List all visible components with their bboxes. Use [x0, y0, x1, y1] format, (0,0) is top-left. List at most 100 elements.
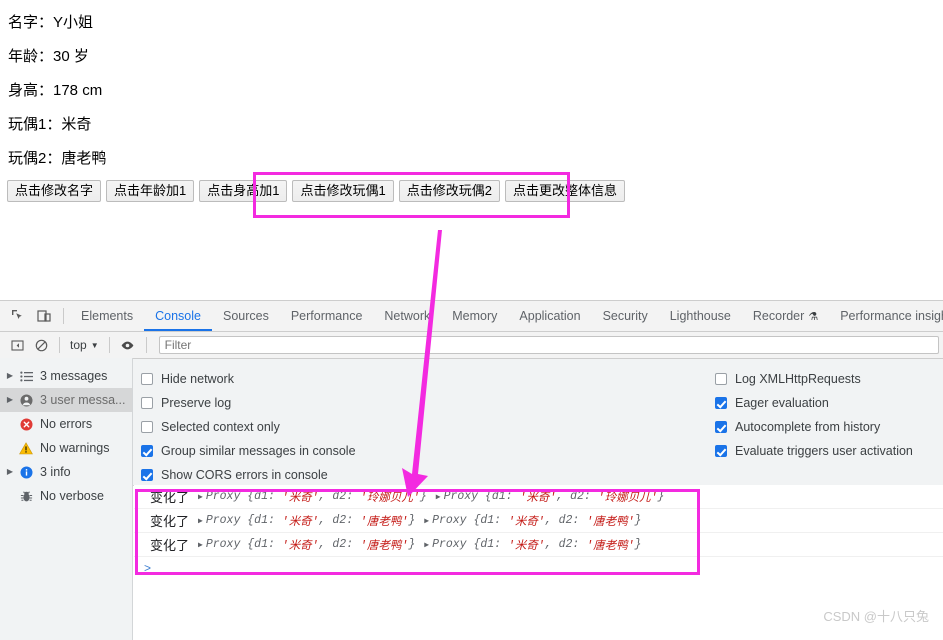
setting-selected-context-only[interactable]: Selected context only — [141, 415, 356, 439]
sidebar-toggle-icon[interactable] — [5, 333, 29, 357]
proxy-d2-value-2: '玲娜贝儿' — [597, 491, 658, 505]
console-toolbar: top ▼ — [0, 332, 943, 359]
expand-triangle-icon-2[interactable]: ▶ — [436, 492, 441, 502]
proxy-type: Proxy — [205, 514, 241, 527]
tab-security[interactable]: Security — [592, 302, 659, 331]
setting-selected-context-only-label: Selected context only — [161, 420, 280, 434]
sidebar-item-messages-label: 3 messages — [40, 369, 108, 383]
setting-autocomplete-history[interactable]: Autocomplete from history — [715, 415, 913, 439]
setting-group-similar-label: Group similar messages in console — [161, 444, 356, 458]
proxy-d1-value: '米奇' — [281, 539, 319, 553]
increment-height-button[interactable]: 点击身高加1 — [199, 180, 288, 202]
tab-application[interactable]: Application — [508, 302, 591, 331]
checkbox-autocomplete-history[interactable] — [715, 421, 727, 433]
setting-group-similar[interactable]: Group similar messages in console — [141, 439, 356, 463]
inspect-element-icon[interactable] — [5, 303, 31, 329]
chevron-placeholder-3: ▶ — [4, 484, 16, 508]
log-proxy-object[interactable]: ▶ Proxy {d1: '米奇', d2: '唐老鸭'} — [198, 513, 415, 529]
checkbox-hide-network[interactable] — [141, 373, 153, 385]
log-proxy-object-2[interactable]: ▶ Proxy {d1: '米奇', d2: '唐老鸭'} — [424, 537, 641, 553]
tab-network[interactable]: Network — [373, 302, 441, 331]
info-line-doll1: 玩偶1：米奇 — [8, 116, 92, 133]
chevron-right-icon-3[interactable]: ▶ — [4, 460, 16, 484]
console-log-row[interactable]: 变化了 ▶ Proxy {d1: '米奇', d2: '玲娜贝儿'} ▶ Proxy… — [134, 485, 943, 509]
tab-sources[interactable]: Sources — [212, 302, 280, 331]
execution-context-select[interactable]: top ▼ — [66, 338, 103, 352]
checkbox-log-xhr[interactable] — [715, 373, 727, 385]
checkbox-evaluate-user-activation[interactable] — [715, 445, 727, 457]
filter-input[interactable] — [158, 336, 939, 354]
setting-eager-evaluation-label: Eager evaluation — [735, 396, 829, 410]
checkbox-preserve-log[interactable] — [141, 397, 153, 409]
setting-evaluate-user-activation[interactable]: Evaluate triggers user activation — [715, 439, 913, 463]
error-icon — [16, 418, 36, 431]
console-log-row[interactable]: 变化了 ▶ Proxy {d1: '米奇', d2: '唐老鸭'} ▶ Proxy … — [134, 509, 943, 533]
clear-console-icon[interactable] — [29, 333, 53, 357]
sidebar-item-verbose[interactable]: ▶ No verbose — [0, 484, 132, 508]
console-message-sidebar: ▶ 3 messages ▶ 3 user messa... ▶ No erro… — [0, 358, 133, 640]
proxy-type-2: Proxy — [432, 514, 467, 527]
tab-console[interactable]: Console — [144, 302, 212, 331]
expand-triangle-icon[interactable]: ▶ — [198, 492, 203, 502]
tab-performance-insights[interactable]: Performance insights — [829, 302, 943, 331]
proxy-type: Proxy — [205, 538, 241, 551]
info-line-age: 年龄：30 岁 — [8, 48, 89, 65]
console-output-list[interactable]: 变化了 ▶ Proxy {d1: '米奇', d2: '玲娜贝儿'} ▶ Proxy… — [134, 485, 943, 640]
checkbox-eager-evaluation[interactable] — [715, 397, 727, 409]
setting-hide-network[interactable]: Hide network — [141, 367, 356, 391]
expand-triangle-icon-2[interactable]: ▶ — [424, 540, 429, 550]
execution-context-value: top — [70, 338, 87, 352]
proxy-d1-value-2: '米奇' — [508, 515, 545, 529]
console-prompt[interactable]: > — [134, 557, 943, 579]
checkbox-selected-context-only[interactable] — [141, 421, 153, 433]
toolbar-divider-4 — [145, 337, 147, 353]
log-proxy-object-2[interactable]: ▶ Proxy {d1: '米奇', d2: '玲娜贝儿'} — [436, 489, 665, 505]
setting-log-xhr[interactable]: Log XMLHttpRequests — [715, 367, 913, 391]
change-name-button[interactable]: 点击修改名字 — [7, 180, 102, 202]
chevron-placeholder-2: ▶ — [4, 436, 16, 460]
sidebar-item-user-messages[interactable]: ▶ 3 user messa... — [0, 388, 132, 412]
change-all-info-button[interactable]: 点击更改整体信息 — [504, 180, 625, 202]
setting-evaluate-user-activation-label: Evaluate triggers user activation — [735, 444, 913, 458]
proxy-type-2: Proxy — [443, 490, 479, 503]
expand-triangle-icon-2[interactable]: ▶ — [424, 516, 429, 526]
toolbar-divider-2 — [59, 337, 60, 353]
chevron-right-icon[interactable]: ▶ — [4, 364, 16, 388]
device-toolbar-icon[interactable] — [31, 303, 57, 329]
setting-eager-evaluation[interactable]: Eager evaluation — [715, 391, 913, 415]
chevron-right-icon-2[interactable]: ▶ — [4, 388, 16, 412]
proxy-d1-value-2: '米奇' — [519, 491, 557, 505]
sidebar-item-info[interactable]: ▶ 3 info — [0, 460, 132, 484]
increment-age-button[interactable]: 点击年龄加1 — [106, 180, 195, 202]
expand-triangle-icon[interactable]: ▶ — [198, 540, 203, 550]
tab-performance[interactable]: Performance — [280, 302, 374, 331]
log-proxy-object-2[interactable]: ▶ Proxy {d1: '米奇', d2: '唐老鸭'} — [424, 513, 641, 529]
change-doll2-button[interactable]: 点击修改玩偶2 — [398, 180, 500, 202]
tab-lighthouse[interactable]: Lighthouse — [659, 302, 742, 331]
tab-elements[interactable]: Elements — [70, 302, 144, 331]
sidebar-item-messages[interactable]: ▶ 3 messages — [0, 364, 132, 388]
tab-memory[interactable]: Memory — [441, 302, 508, 331]
change-doll1-button[interactable]: 点击修改玩偶1 — [292, 180, 394, 202]
log-proxy-object[interactable]: ▶ Proxy {d1: '米奇', d2: '玲娜贝儿'} — [198, 489, 427, 505]
log-proxy-object[interactable]: ▶ Proxy {d1: '米奇', d2: '唐老鸭'} — [198, 537, 415, 553]
setting-preserve-log-label: Preserve log — [161, 396, 232, 410]
chevron-down-icon: ▼ — [90, 340, 99, 350]
setting-show-cors[interactable]: Show CORS errors in console — [141, 463, 356, 487]
console-settings-left-column: Hide network Preserve log Selected conte… — [141, 367, 356, 487]
live-expression-icon[interactable] — [116, 333, 140, 357]
toolbar-divider — [63, 308, 64, 324]
checkbox-show-cors[interactable] — [141, 469, 153, 481]
console-log-row[interactable]: 变化了 ▶ Proxy {d1: '米奇', d2: '唐老鸭'} ▶ Proxy … — [134, 533, 943, 557]
sidebar-item-user-messages-label: 3 user messa... — [40, 393, 126, 407]
sidebar-item-errors[interactable]: ▶ No errors — [0, 412, 132, 436]
expand-triangle-icon[interactable]: ▶ — [198, 516, 203, 526]
proxy-d1-value-2: '米奇' — [508, 539, 545, 553]
checkbox-group-similar[interactable] — [141, 445, 153, 457]
log-label: 变化了 — [150, 490, 190, 505]
setting-preserve-log[interactable]: Preserve log — [141, 391, 356, 415]
sidebar-item-warnings[interactable]: ▶ No warnings — [0, 436, 132, 460]
watermark: CSDN @十八只兔 — [823, 609, 929, 624]
tab-recorder[interactable]: Recorder ⚗ — [742, 302, 829, 331]
setting-log-xhr-label: Log XMLHttpRequests — [735, 372, 861, 386]
